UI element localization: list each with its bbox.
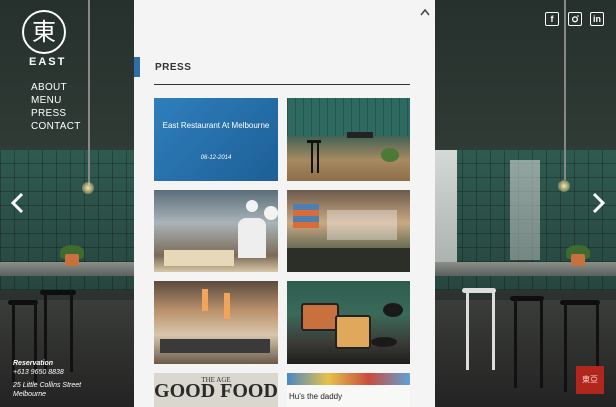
chef-hat-photo	[264, 206, 278, 220]
illustration-band	[287, 373, 410, 385]
section-accent-bar	[134, 57, 140, 77]
stool-photo	[317, 143, 319, 173]
press-tile[interactable]	[154, 281, 278, 364]
facebook-icon[interactable]: f	[545, 12, 559, 26]
reservation-address-line1: 25 Little Collins Street	[13, 382, 82, 389]
svg-text:東: 東	[32, 18, 56, 46]
reservation-heading: Reservation	[13, 360, 54, 367]
tables-photo	[287, 248, 410, 272]
stool-leg	[540, 298, 543, 388]
collapse-panel-button[interactable]	[419, 4, 431, 22]
table-photo	[347, 132, 373, 138]
reservation-address-line2: Melbourne	[13, 391, 47, 398]
nav-item-contact[interactable]: CONTACT	[31, 120, 81, 133]
press-tile[interactable]: Hu's the daddy	[287, 373, 410, 407]
counter-photo	[164, 250, 234, 266]
chef-hat-photo	[246, 200, 258, 212]
instagram-icon[interactable]	[568, 12, 582, 26]
plant-pot	[65, 254, 79, 266]
stool-leg	[564, 302, 567, 392]
tile-wall-photo	[287, 98, 410, 136]
camera-icon	[571, 15, 579, 23]
press-tile[interactable]: THE AGE GOOD FOOD	[154, 373, 278, 407]
stool-leg	[514, 298, 517, 388]
press-tile-headline: GOOD FOOD	[154, 380, 278, 402]
stool-leg	[492, 290, 495, 370]
lamp-glow	[82, 182, 94, 194]
sofa-photo	[160, 339, 270, 353]
seal-stamp: 東亞	[576, 366, 604, 394]
press-tile-date: 06-12-2014	[200, 155, 232, 161]
plant-pot	[571, 254, 585, 266]
press-tile-headline: Hu's the daddy	[289, 392, 343, 401]
next-slide-button[interactable]	[590, 192, 606, 219]
linkedin-glyph: in	[593, 14, 601, 24]
lamp-photo	[224, 293, 230, 319]
nav-item-press[interactable]: PRESS	[31, 107, 81, 120]
stamp-text: 東亞	[582, 375, 598, 384]
main-nav: ABOUT MENU PRESS CONTACT	[31, 81, 81, 133]
press-panel: PRESS East Restaurant At Melbourne 06-12…	[134, 0, 435, 407]
plant-photo	[381, 148, 399, 162]
window	[510, 160, 540, 260]
logo[interactable]: 東	[22, 10, 66, 54]
press-tile[interactable]: East Restaurant At Melbourne 06-12-2014	[154, 98, 278, 181]
press-title: PRESS	[155, 62, 192, 73]
basket-photo	[335, 315, 371, 349]
press-tile[interactable]	[287, 98, 410, 181]
chef-photo	[238, 218, 266, 258]
press-tile-headline: East Restaurant At Melbourne	[162, 121, 270, 130]
prev-slide-button[interactable]	[10, 192, 26, 219]
nav-item-menu[interactable]: MENU	[31, 94, 81, 107]
chevron-right-icon	[592, 192, 606, 214]
nav-item-about[interactable]: ABOUT	[31, 81, 81, 94]
basket-photo	[301, 303, 339, 331]
brand-name: EAST	[29, 56, 67, 68]
pendant-lamp	[564, 0, 566, 180]
chevron-up-icon	[420, 8, 430, 16]
sauce-bowl-photo	[383, 303, 403, 317]
reservation-phone[interactable]: +613 9650 8838	[13, 368, 81, 377]
press-tile[interactable]	[154, 190, 278, 272]
window	[435, 150, 457, 270]
lamp-glow	[558, 180, 570, 192]
press-tile[interactable]	[287, 190, 410, 272]
stool-leg	[466, 290, 469, 370]
stool-photo	[311, 143, 313, 173]
window-photo	[327, 210, 397, 240]
chevron-left-icon	[10, 192, 24, 214]
title-divider	[154, 84, 410, 85]
stained-glass-photo	[293, 204, 319, 228]
dish-photo	[371, 337, 397, 347]
press-tile[interactable]	[287, 281, 410, 364]
lamp-photo	[202, 289, 208, 311]
reservation-info: Reservation +613 9650 8838 25 Little Col…	[13, 359, 81, 399]
linkedin-icon[interactable]: in	[590, 12, 604, 26]
logo-glyph-icon: 東	[32, 18, 56, 46]
facebook-glyph: f	[550, 14, 554, 24]
pendant-lamp	[88, 0, 90, 185]
